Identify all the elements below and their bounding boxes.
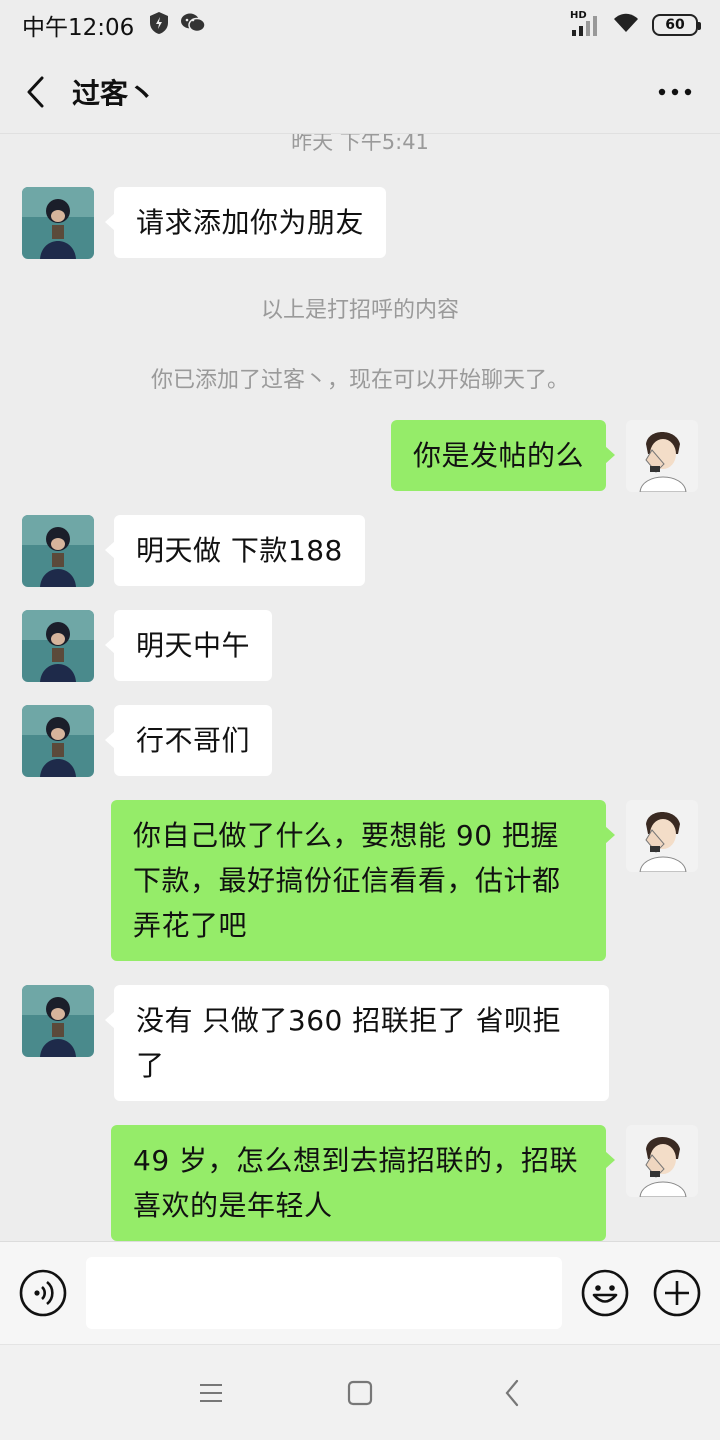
message-bubble[interactable]: 行不哥们: [104, 705, 273, 776]
chat-title: 过客丶: [72, 76, 157, 110]
self-avatar[interactable]: [626, 420, 698, 492]
message-bubble[interactable]: 没有 只做了360 招联拒了 省呗拒 了: [105, 985, 609, 1101]
chat-header: 过客丶: [0, 50, 720, 134]
message-line: 没有 只做了360 招联拒了 省呗拒: [136, 1004, 562, 1037]
self-avatar[interactable]: [626, 800, 698, 872]
more-horizontal-icon: [658, 88, 692, 95]
message-text: 你是发帖的么: [412, 439, 584, 472]
menu-button[interactable]: [191, 1373, 231, 1413]
message-timestamp: 昨天 下午5:41: [291, 134, 429, 154]
message-text: 明天做 下款188: [136, 534, 343, 567]
status-bar: 中午12:06 HD 60: [0, 0, 720, 50]
message-bubble[interactable]: 你自己做了什么，要想能 90 把握 下款，最好搞份征信看看，估计都 弄花了吧: [111, 800, 615, 961]
message-line: 下款，最好搞份征信看看，估计都: [133, 864, 561, 897]
contact-avatar[interactable]: [22, 515, 94, 587]
system-navigation-bar: [0, 1344, 720, 1440]
emoji-icon: [581, 1269, 629, 1317]
message-bubble[interactable]: 明天做 下款188: [105, 515, 365, 586]
home-button[interactable]: [340, 1373, 380, 1413]
shield-icon: [148, 11, 170, 39]
message-text: 行不哥们: [136, 724, 251, 757]
system-back-button[interactable]: [492, 1373, 532, 1413]
contact-avatar[interactable]: [22, 985, 94, 1057]
contact-avatar[interactable]: [22, 610, 94, 682]
wechat-icon: [180, 12, 207, 38]
message-bubble[interactable]: 你是发帖的么: [390, 420, 616, 491]
message-text: 明天中午: [136, 629, 251, 662]
emoji-button[interactable]: [580, 1268, 630, 1318]
contact-avatar[interactable]: [22, 187, 94, 259]
chat-area[interactable]: 昨天 下午5:41 请求添加你为朋友 以上是打招呼的内容 你已添加了过客丶，现在…: [0, 134, 720, 1241]
chevron-left-icon: [27, 76, 44, 107]
voice-button[interactable]: [18, 1268, 68, 1318]
message-line: 弄花了吧: [133, 909, 248, 942]
message-line: 你自己做了什么，要想能 90 把握: [133, 819, 559, 852]
more-button[interactable]: [630, 50, 720, 134]
battery-indicator: 60: [652, 14, 701, 36]
menu-icon: [200, 1384, 222, 1402]
message-bubble[interactable]: 49 岁，怎么想到去搞招联的，招联 喜欢的是年轻人: [111, 1125, 615, 1241]
message-line: 喜欢的是年轻人: [133, 1189, 333, 1222]
message-bubble[interactable]: 明天中午: [104, 610, 273, 681]
message-line: 了: [136, 1049, 165, 1082]
home-square-icon: [347, 1380, 373, 1406]
voice-icon: [19, 1269, 67, 1317]
system-message: 你已添加了过客丶，现在可以开始聊天了。: [150, 368, 569, 393]
system-message: 以上是打招呼的内容: [260, 298, 459, 323]
plus-circle-icon: [653, 1269, 701, 1317]
message-text: 请求添加你为朋友: [136, 206, 365, 239]
status-time: 中午12:06: [22, 15, 135, 41]
more-functions-button[interactable]: [652, 1268, 702, 1318]
self-avatar[interactable]: [626, 1125, 698, 1197]
wifi-icon: [612, 12, 640, 38]
back-button[interactable]: [0, 50, 72, 134]
back-triangle-icon: [505, 1379, 519, 1407]
contact-avatar[interactable]: [22, 705, 94, 777]
message-bubble[interactable]: 请求添加你为朋友: [104, 187, 387, 258]
battery-level: 60: [665, 17, 685, 33]
message-input-bar: [0, 1241, 720, 1344]
message-line: 49 岁，怎么想到去搞招联的，招联: [133, 1144, 579, 1177]
signal-icon: HD: [570, 10, 600, 37]
message-input[interactable]: [86, 1257, 562, 1329]
